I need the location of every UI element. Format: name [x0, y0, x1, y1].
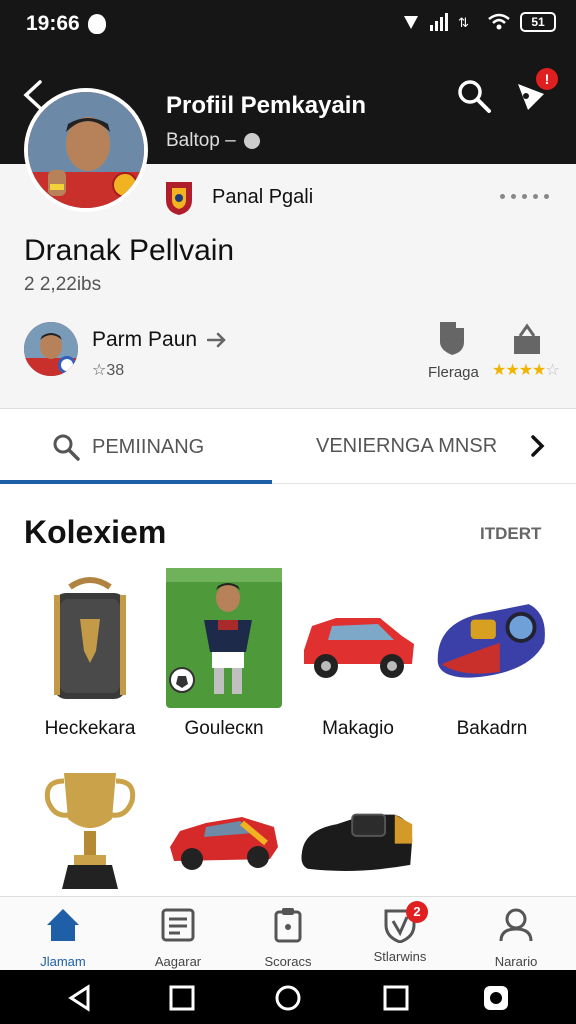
nav-label: Aagarar — [154, 954, 202, 969]
nav-badge: 2 — [406, 901, 428, 923]
notification-button[interactable]: ! — [514, 68, 558, 118]
profile-icon — [499, 908, 533, 942]
trophy-mini-icon — [243, 133, 260, 149]
nav-aagarar[interactable]: Aagarar — [128, 907, 228, 969]
page-title: Profiil Pemkayain — [166, 92, 367, 119]
tab-bar: PEMIINANG VENIERNGA MNSR — [0, 408, 576, 484]
shoe-icon — [432, 568, 552, 708]
system-nav-bar — [0, 970, 576, 1024]
rating-stars: ★★★★☆ — [492, 360, 560, 380]
search-icon[interactable] — [456, 78, 492, 114]
item-label: Goulecкn — [184, 718, 264, 739]
svg-text:⇅: ⇅ — [458, 16, 469, 31]
home-circle-icon[interactable] — [274, 984, 302, 1012]
shopping-bag-icon[interactable] — [510, 322, 544, 356]
nav-label: Scoracs — [264, 954, 312, 969]
nav-label: Jlamam — [40, 954, 86, 969]
nav-label: Narario — [494, 954, 538, 969]
bottom-nav: Jlamam Aagarar Scoracs 2 Stlarwins Narar… — [0, 896, 576, 970]
item-label: Bakadrn — [456, 718, 528, 739]
race-car-icon — [164, 762, 284, 902]
soccer-player-photo — [164, 568, 284, 708]
square-icon[interactable] — [168, 984, 196, 1012]
item-label: Makagio — [322, 718, 394, 739]
nav-label: Stlarwins — [373, 949, 427, 964]
collection-item[interactable]: Goulecкn — [164, 568, 284, 739]
club-name[interactable]: Panal Pgali — [212, 186, 313, 209]
clipboard-icon — [274, 908, 302, 943]
star-filled-icon: ★★★★ — [492, 362, 546, 379]
nav-scoracs[interactable]: Scoracs — [238, 907, 338, 969]
friend-badge-icon — [58, 356, 76, 374]
collection-item[interactable]: Makagio — [298, 568, 418, 739]
notification-dot-icon — [88, 14, 106, 34]
profile-stat: 2 2,22ibs — [24, 274, 102, 295]
collection-item[interactable] — [298, 762, 418, 912]
nav-narario[interactable]: Narario — [466, 907, 566, 969]
chevron-right-icon[interactable] — [526, 433, 550, 459]
profile-avatar[interactable] — [24, 88, 148, 212]
star-empty-icon: ☆ — [545, 362, 559, 379]
collection-item[interactable] — [164, 762, 284, 912]
list-icon — [161, 908, 195, 942]
collection-item[interactable]: Bakadrn — [432, 568, 552, 739]
search-icon — [53, 434, 80, 461]
friend-link[interactable]: Parm Paun — [92, 328, 227, 352]
tab-label: PEMIINANG — [92, 435, 205, 458]
status-bar: 19:66 ⇅ 51 — [0, 0, 576, 50]
collection-item[interactable] — [30, 762, 150, 912]
tab-vienerga[interactable]: VENIERNGA MNSR — [316, 435, 497, 458]
item-label: Heckekara — [44, 718, 136, 739]
friend-avatar[interactable] — [24, 322, 78, 376]
friend-count: ☆38 — [92, 362, 125, 379]
tab-indicator — [0, 480, 272, 484]
battery-icon: 51 — [520, 12, 556, 32]
location-icon — [404, 16, 418, 29]
nav-home[interactable]: Jlamam — [13, 907, 113, 969]
section-title: Kolexiem — [24, 514, 167, 550]
black-shoe-icon — [298, 762, 418, 902]
signal-icon — [430, 13, 448, 31]
club-crest-icon — [166, 182, 192, 215]
trophy-icon — [30, 762, 150, 902]
accessibility-icon[interactable] — [482, 984, 510, 1012]
shield-icon[interactable] — [436, 320, 468, 356]
rating-label: Fleraga — [428, 364, 479, 381]
see-all-link[interactable]: ITDERT — [480, 524, 541, 544]
wifi-icon — [488, 13, 510, 30]
home-icon — [47, 909, 79, 941]
header-subtitle: Baltop – — [166, 130, 260, 152]
notification-badge: ! — [536, 68, 558, 90]
back-triangle-icon[interactable] — [66, 984, 94, 1012]
subtitle-text: Baltop – — [166, 130, 236, 151]
more-options-icon[interactable] — [500, 194, 549, 199]
status-time: 19:66 — [26, 12, 80, 35]
status-icons: ⇅ 51 — [402, 12, 556, 32]
profile-name: Dranak Pellvain — [24, 234, 235, 267]
collection-item[interactable]: Heckekara — [30, 568, 150, 739]
data-icon: ⇅ — [458, 16, 469, 31]
tab-pemiinang[interactable]: PEMIINANG — [52, 433, 204, 461]
nav-stlarwins[interactable]: 2 Stlarwins — [350, 901, 450, 964]
red-car-icon — [298, 568, 418, 708]
club-badge-icon — [112, 172, 138, 198]
arrow-right-icon — [207, 332, 226, 348]
friend-name: Parm Paun — [92, 328, 198, 351]
recents-icon[interactable] — [382, 984, 410, 1012]
backpack-icon — [30, 568, 150, 708]
shield-badge-icon: 2 — [382, 901, 428, 944]
